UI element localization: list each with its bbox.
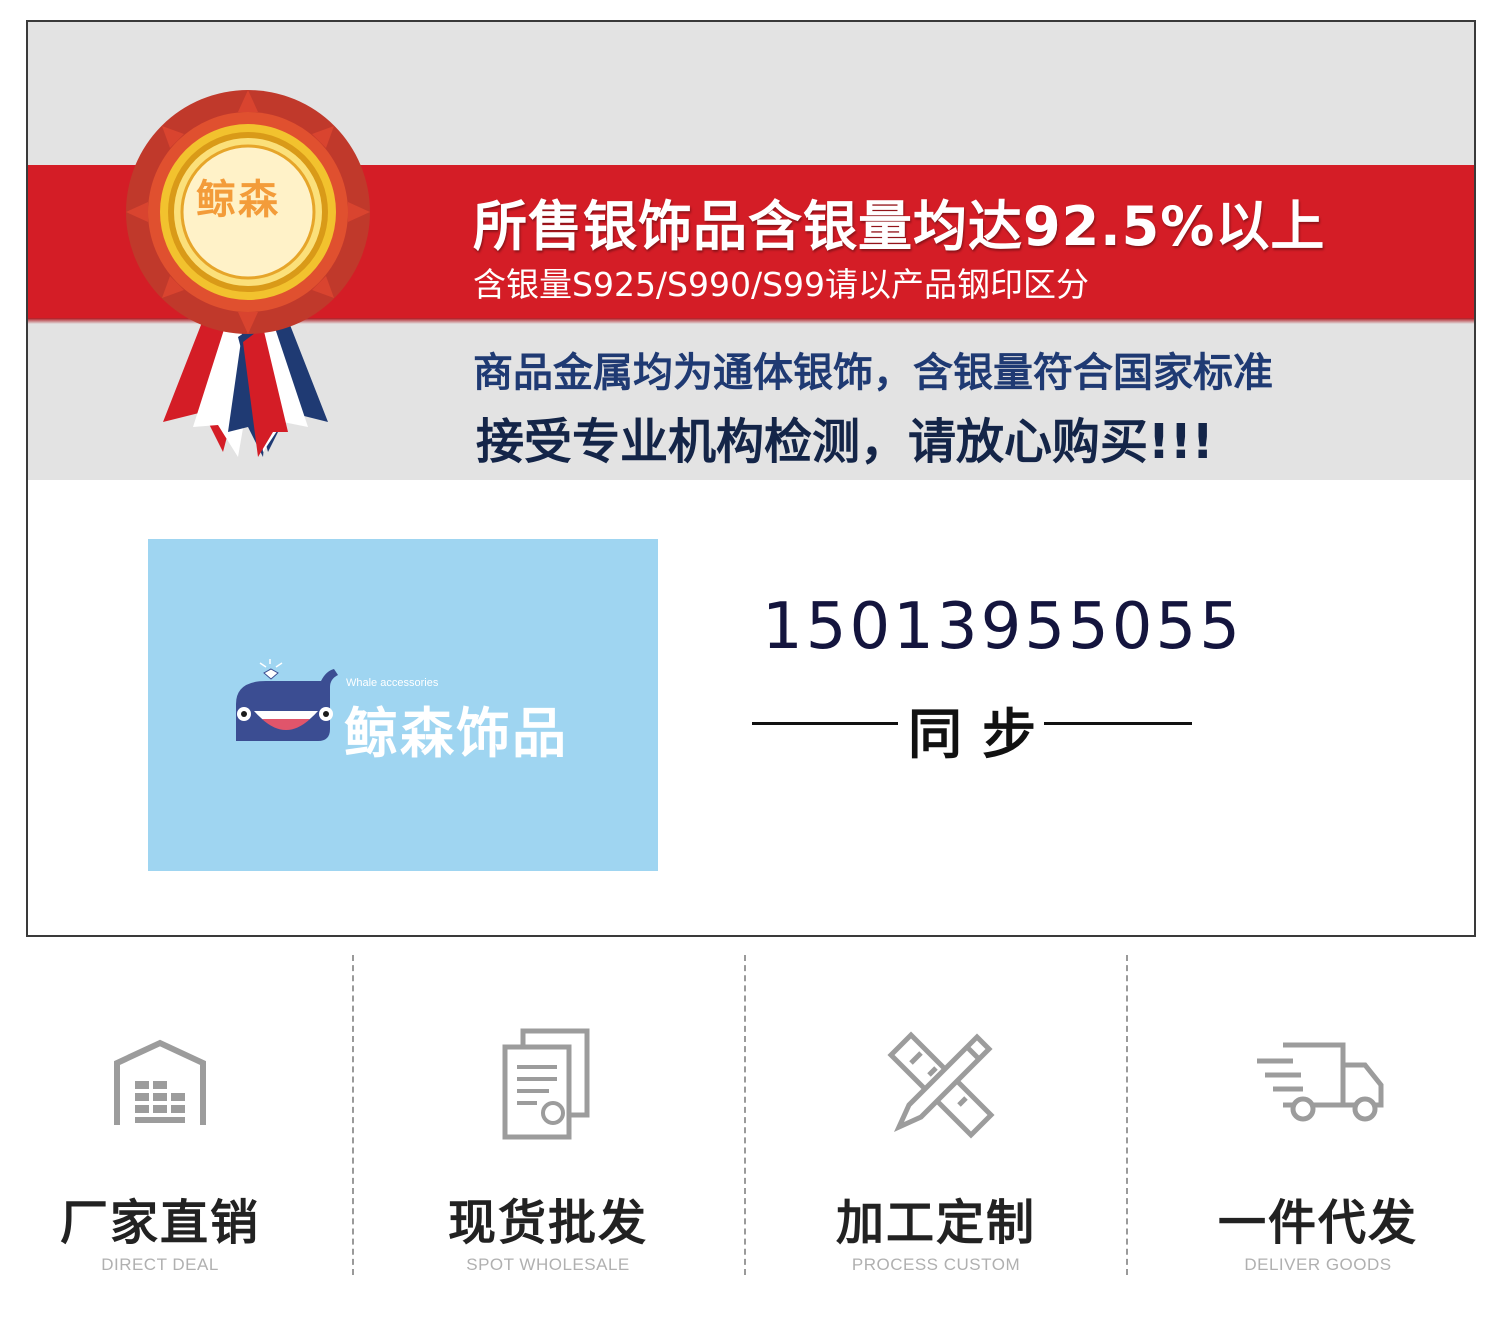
sync-line-right [1044, 722, 1192, 725]
delivery-truck-icon [1257, 1042, 1384, 1122]
feature-process-custom: 加工定制 PROCESS CUSTOM [776, 955, 1096, 1275]
brand-logo-box: Whale accessories 鲸森饰品 [148, 539, 658, 871]
feature-bar: 厂家直销 DIRECT DEAL 现货批发 SPOT WHOLESALE 加工定… [0, 955, 1500, 1285]
sync-line-left [752, 722, 898, 725]
divider [744, 955, 746, 1275]
sync-label: 同步 [908, 702, 1056, 766]
feature-deliver-goods: 一件代发 DELIVER GOODS [1158, 955, 1478, 1275]
pencil-ruler-icon [887, 1031, 995, 1139]
feature-title: 现货批发 [447, 1195, 648, 1251]
award-medal-icon [126, 90, 370, 457]
feature-direct-deal: 厂家直销 DIRECT DEAL [0, 955, 320, 1275]
warehouse-icon [114, 1039, 206, 1125]
inspection-statement: 接受专业机构检测，请放心购买!!! [476, 414, 1214, 470]
feature-spot-wholesale: 现货批发 SPOT WHOLESALE [388, 955, 708, 1275]
brand-name: 鲸森饰品 [344, 702, 568, 765]
brand-tagline: Whale accessories [346, 677, 439, 689]
feature-subtitle: SPOT WHOLESALE [466, 1255, 630, 1274]
feature-title: 厂家直销 [59, 1195, 260, 1251]
subline: 含银量S925/S990/S99请以产品钢印区分 [473, 265, 1090, 304]
divider [1126, 955, 1128, 1275]
feature-title: 一件代发 [1217, 1195, 1418, 1251]
banner-frame: 鲸森 所售银饰品含银量均达92.5%以上 含银量S925/S990/S99请以产… [26, 20, 1476, 937]
quality-statement: 商品金属均为通体银饰，含银量符合国家标准 [473, 350, 1273, 396]
feature-title: 加工定制 [835, 1195, 1036, 1251]
phone-number: 15013955055 [762, 590, 1243, 664]
feature-subtitle: PROCESS CUSTOM [851, 1255, 1021, 1274]
feature-subtitle: DIRECT DEAL [101, 1255, 219, 1274]
headline: 所售银饰品含银量均达92.5%以上 [473, 195, 1326, 258]
document-icon [502, 1028, 590, 1140]
feature-subtitle: DELIVER GOODS [1244, 1255, 1392, 1274]
medal-text: 鲸森 [196, 177, 280, 223]
whale-icon [236, 659, 338, 741]
divider [352, 955, 354, 1275]
